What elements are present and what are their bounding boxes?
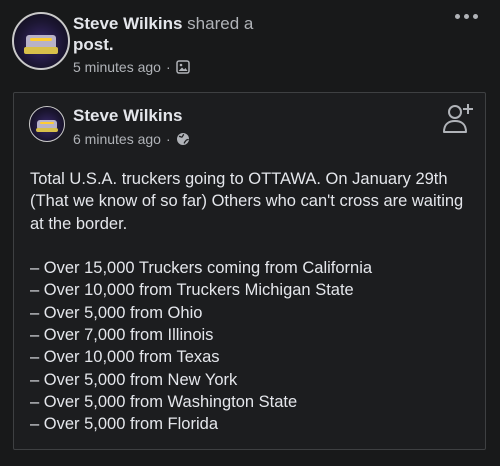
add-friend-icon[interactable] [441,101,475,135]
share-action-text: shared a [182,14,254,33]
sharer-avatar[interactable] [12,12,70,70]
trucker-list: – Over 15,000 Truckers coming from Calif… [30,257,470,435]
sharer-name[interactable]: Steve Wilkins [73,14,182,33]
share-timestamp[interactable]: 5 minutes ago [73,59,161,75]
list-item: – Over 5,000 from Florida [30,415,218,434]
list-item: – Over 15,000 Truckers coming from Calif… [30,259,373,278]
list-item: – Over 5,000 from Ohio [30,303,203,322]
post-meta: 6 minutes ago · [73,131,190,147]
post-timestamp[interactable]: 6 minutes ago [73,131,161,147]
share-header-text: Steve Wilkins shared a post. [73,13,273,55]
more-dot-icon [464,14,469,19]
meta-separator: · [165,131,171,147]
post-body: Total U.S.A. truckers going to OTTAWA. O… [30,168,470,436]
list-item: – Over 5,000 from New York [30,370,238,389]
avatar-banner-graphic [36,128,58,133]
list-item: – Over 10,000 from Truckers Michigan Sta… [30,281,354,300]
list-item: – Over 5,000 from Washington State [30,392,298,411]
list-item: – Over 7,000 from Illinois [30,326,214,345]
more-dot-icon [473,14,478,19]
avatar-lights-graphic [30,37,52,41]
globe-icon [176,133,189,145]
share-meta: 5 minutes ago · [73,59,190,75]
photo-icon [175,60,190,74]
list-item: – Over 10,000 from Texas [30,348,220,367]
author-avatar[interactable] [29,106,65,142]
more-dot-icon [455,14,460,19]
meta-separator: · [165,59,171,75]
avatar-lights-graphic [40,121,54,124]
author-name[interactable]: Steve Wilkins [73,106,182,126]
share-action-post-link[interactable]: post. [73,35,114,54]
avatar-banner-graphic [23,47,59,54]
more-options-button[interactable] [455,14,478,19]
post-intro: Total U.S.A. truckers going to OTTAWA. O… [30,170,464,233]
